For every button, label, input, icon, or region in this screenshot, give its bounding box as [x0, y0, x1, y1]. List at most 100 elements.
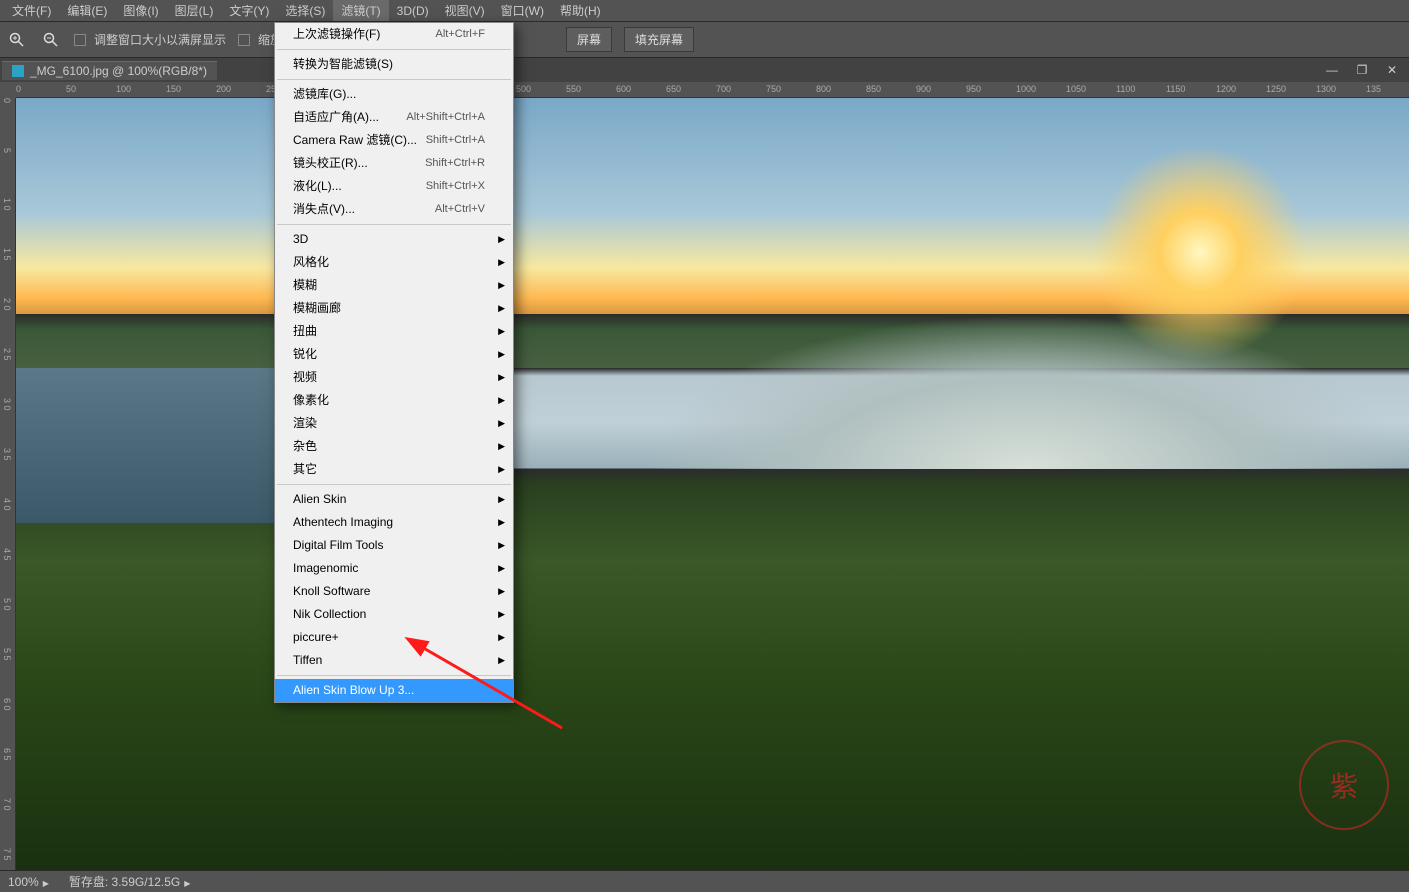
submenu-arrow-icon: ▶ — [498, 461, 505, 478]
ruler-tick: 1 0 — [2, 198, 12, 211]
menu-item[interactable]: 其它▶ — [275, 458, 513, 481]
scratch-disk-info: 暂存盘: 3.59G/12.5G▶ — [69, 873, 191, 890]
menu-item[interactable]: 渲染▶ — [275, 412, 513, 435]
window-close-button[interactable]: ✕ — [1377, 58, 1407, 82]
menu-item[interactable]: Camera Raw 滤镜(C)...Shift+Ctrl+A — [275, 129, 513, 152]
ruler-tick: 2 0 — [2, 298, 12, 311]
submenu-arrow-icon: ▶ — [498, 606, 505, 623]
fit-checkbox-label: 调整窗口大小以满屏显示 — [94, 31, 226, 48]
ruler-tick: 150 — [166, 84, 181, 94]
menu-item[interactable]: 转换为智能滤镜(S) — [275, 53, 513, 76]
ruler-tick: 1200 — [1216, 84, 1236, 94]
menu-file[interactable]: 文件(F) — [4, 0, 59, 21]
ruler-tick: 3 5 — [2, 448, 12, 461]
ruler-tick: 200 — [216, 84, 231, 94]
submenu-arrow-icon: ▶ — [498, 438, 505, 455]
menu-edit[interactable]: 编辑(E) — [59, 0, 115, 21]
submenu-arrow-icon: ▶ — [498, 231, 505, 248]
ruler-tick: 135 — [1366, 84, 1381, 94]
menu-item[interactable]: Alien Skin Blow Up 3... — [275, 679, 513, 702]
screen-partial-button[interactable]: 屏幕 — [566, 27, 612, 52]
menu-item[interactable]: Digital Film Tools▶ — [275, 534, 513, 557]
menu-separator — [277, 675, 511, 676]
menu-item[interactable]: Nik Collection▶ — [275, 603, 513, 626]
menu-item-label: 杂色 — [293, 438, 317, 455]
menu-type[interactable]: 文字(Y) — [221, 0, 277, 21]
ruler-tick: 4 5 — [2, 548, 12, 561]
window-restore-button[interactable]: ❐ — [1347, 58, 1377, 82]
menu-item[interactable]: 镜头校正(R)...Shift+Ctrl+R — [275, 152, 513, 175]
ruler-tick: 5 5 — [2, 648, 12, 661]
menu-item[interactable]: Knoll Software▶ — [275, 580, 513, 603]
submenu-arrow-icon: ▶ — [498, 629, 505, 646]
menu-3d[interactable]: 3D(D) — [389, 2, 437, 20]
menu-item[interactable]: 自适应广角(A)...Alt+Shift+Ctrl+A — [275, 106, 513, 129]
menu-bar: 文件(F) 编辑(E) 图像(I) 图层(L) 文字(Y) 选择(S) 滤镜(T… — [0, 0, 1409, 22]
zoom-level[interactable]: 100%▶ — [8, 875, 49, 889]
menu-item[interactable]: 消失点(V)...Alt+Ctrl+V — [275, 198, 513, 221]
submenu-arrow-icon: ▶ — [498, 537, 505, 554]
fit-checkbox[interactable]: 调整窗口大小以满屏显示 — [74, 31, 226, 48]
menu-item[interactable]: Alien Skin▶ — [275, 488, 513, 511]
menu-item[interactable]: 3D▶ — [275, 228, 513, 251]
zoom-in-icon[interactable] — [6, 29, 28, 51]
menu-item-shortcut: Alt+Ctrl+F — [435, 26, 485, 43]
window-minimize-button[interactable]: — — [1317, 58, 1347, 82]
menu-help[interactable]: 帮助(H) — [552, 0, 609, 21]
menu-item[interactable]: 液化(L)...Shift+Ctrl+X — [275, 175, 513, 198]
menu-filter[interactable]: 滤镜(T) — [333, 0, 388, 21]
menu-item[interactable]: Tiffen▶ — [275, 649, 513, 672]
menu-item-shortcut: Shift+Ctrl+X — [426, 178, 485, 195]
options-bar: 调整窗口大小以满屏显示 缩放 屏幕 填充屏幕 — [0, 22, 1409, 58]
menu-item[interactable]: 杂色 ▶ — [275, 435, 513, 458]
submenu-arrow-icon: ▶ — [498, 300, 505, 317]
ruler-tick: 1000 — [1016, 84, 1036, 94]
ruler-tick: 950 — [966, 84, 981, 94]
menu-separator — [277, 79, 511, 80]
checkbox-icon — [238, 34, 250, 46]
menu-item[interactable]: 上次滤镜操作(F)Alt+Ctrl+F — [275, 23, 513, 46]
menu-view[interactable]: 视图(V) — [437, 0, 493, 21]
menu-item-label: 滤镜库(G)... — [293, 86, 356, 103]
ruler-horizontal[interactable]: 0501001502002503003504004505005506006507… — [16, 82, 1409, 98]
menu-item[interactable]: 模糊画廊▶ — [275, 297, 513, 320]
menu-window[interactable]: 窗口(W) — [493, 0, 552, 21]
menu-layer[interactable]: 图层(L) — [167, 0, 222, 21]
submenu-arrow-icon: ▶ — [498, 254, 505, 271]
ruler-tick: 0 — [2, 98, 12, 103]
submenu-arrow-icon: ▶ — [498, 652, 505, 669]
document-canvas[interactable]: 紫 — [16, 98, 1409, 870]
menu-item[interactable]: 视频▶ — [275, 366, 513, 389]
ruler-tick: 700 — [716, 84, 731, 94]
image-content: 紫 — [16, 98, 1409, 870]
menu-item[interactable]: Imagenomic▶ — [275, 557, 513, 580]
ruler-tick: 3 0 — [2, 398, 12, 411]
menu-item-label: 视频 — [293, 369, 317, 386]
menu-item[interactable]: 模糊▶ — [275, 274, 513, 297]
menu-image[interactable]: 图像(I) — [115, 0, 166, 21]
menu-item-label: Knoll Software — [293, 583, 370, 600]
menu-item[interactable]: 扭曲▶ — [275, 320, 513, 343]
fill-screen-button[interactable]: 填充屏幕 — [624, 27, 694, 52]
menu-item[interactable]: 像素化▶ — [275, 389, 513, 412]
ruler-tick: 6 0 — [2, 698, 12, 711]
ruler-tick: 800 — [816, 84, 831, 94]
menu-select[interactable]: 选择(S) — [277, 0, 333, 21]
document-tab[interactable]: _MG_6100.jpg @ 100%(RGB/8*) — [2, 61, 217, 80]
menu-item[interactable]: piccure+▶ — [275, 626, 513, 649]
watermark-stamp: 紫 — [1299, 740, 1389, 830]
chevron-right-icon: ▶ — [184, 879, 190, 888]
status-bar: 100%▶ 暂存盘: 3.59G/12.5G▶ — [0, 870, 1409, 892]
ruler-tick: 1050 — [1066, 84, 1086, 94]
ruler-vertical[interactable]: 051 01 52 02 53 03 54 04 55 05 56 06 57 … — [0, 98, 16, 870]
menu-item-label: Camera Raw 滤镜(C)... — [293, 132, 417, 149]
menu-item[interactable]: 滤镜库(G)... — [275, 83, 513, 106]
ruler-tick: 550 — [566, 84, 581, 94]
menu-item[interactable]: Athentech Imaging▶ — [275, 511, 513, 534]
zoom-out-icon[interactable] — [40, 29, 62, 51]
ruler-corner — [0, 82, 16, 98]
menu-item[interactable]: 锐化▶ — [275, 343, 513, 366]
chevron-down-icon: ▶ — [43, 879, 49, 888]
document-tab-bar: _MG_6100.jpg @ 100%(RGB/8*) — ❐ ✕ — [0, 58, 1409, 82]
menu-item[interactable]: 风格化▶ — [275, 251, 513, 274]
